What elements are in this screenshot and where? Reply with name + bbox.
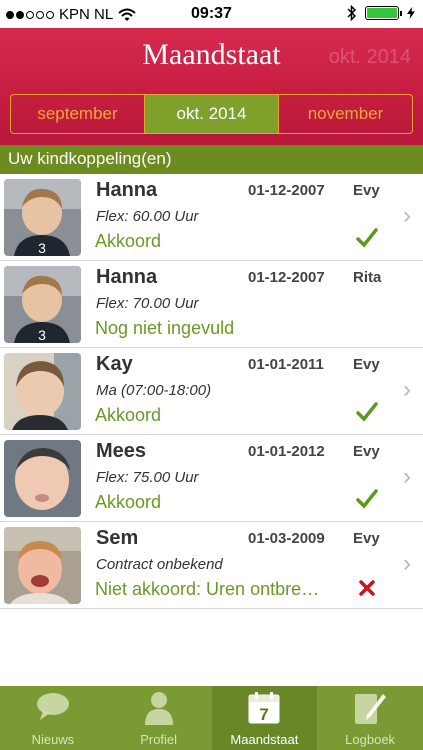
- check-icon: [356, 402, 378, 422]
- tab-log-label: Logboek: [345, 732, 396, 747]
- tab-news-label: Nieuws: [31, 732, 75, 747]
- birth-date: 01-01-2011: [248, 356, 324, 373]
- avatar: [4, 353, 81, 430]
- contract-detail: Flex: 70.00 Uur: [96, 295, 199, 312]
- month-selector: september okt. 2014 november: [10, 94, 413, 134]
- caregiver-name: Evy: [353, 356, 380, 373]
- avatar: 3: [4, 179, 81, 256]
- birth-date: 01-12-2007: [248, 182, 325, 199]
- list-item[interactable]: 3 Hanna 01-12-2007 Rita Flex: 70.00 Uur …: [0, 261, 423, 348]
- calendar-icon: 7: [248, 692, 280, 724]
- tab-profile-label: Profiel: [140, 732, 178, 747]
- notebook-pencil-icon: [355, 694, 387, 724]
- section-header: Uw kindkoppeling(en): [0, 145, 423, 174]
- approval-status: Akkoord: [95, 231, 162, 251]
- list-item[interactable]: Kay 01-01-2011 Evy Ma (07:00-18:00) Akko…: [0, 348, 423, 435]
- person-icon: [144, 692, 173, 725]
- child-name: Sem: [96, 527, 139, 549]
- chevron-right-icon[interactable]: ›: [403, 376, 411, 404]
- caregiver-name: Evy: [353, 443, 380, 460]
- speech-bubble-icon: [36, 693, 69, 720]
- svg-text:3: 3: [38, 240, 46, 256]
- list-item[interactable]: Mees 01-01-2012 Evy Flex: 75.00 Uur Akko…: [0, 435, 423, 522]
- birth-date: 01-12-2007: [248, 269, 325, 286]
- contract-detail: Flex: 60.00 Uur: [96, 208, 199, 225]
- chevron-right-icon[interactable]: ›: [403, 202, 411, 230]
- svg-text:3: 3: [38, 327, 46, 343]
- chevron-right-icon[interactable]: ›: [403, 463, 411, 491]
- tab-profile[interactable]: Profiel: [106, 686, 212, 750]
- list-item[interactable]: 3 Hanna 01-12-2007 Evy Flex: 60.00 Uur A…: [0, 174, 423, 261]
- cross-icon: [359, 580, 375, 596]
- current-month-button[interactable]: okt. 2014: [144, 95, 279, 133]
- child-name: Hanna: [96, 266, 158, 288]
- avatar: [4, 440, 81, 517]
- child-name: Hanna: [96, 179, 158, 201]
- caregiver-name: Evy: [353, 182, 380, 199]
- status-right: [347, 5, 415, 21]
- avatar: 3: [4, 266, 81, 343]
- approval-status: Niet akkoord: Uren ontbre…: [95, 579, 320, 599]
- tab-bar: Nieuws Profiel 7 Maandstaat Logboek: [0, 686, 423, 750]
- avatar: [4, 527, 81, 604]
- status-bar: KPN NL 09:37: [0, 0, 423, 28]
- child-name: Kay: [96, 353, 133, 375]
- prev-month-button[interactable]: september: [11, 95, 144, 133]
- child-list: 3 Hanna 01-12-2007 Evy Flex: 60.00 Uur A…: [0, 174, 423, 609]
- approval-status: Akkoord: [95, 405, 162, 425]
- caregiver-name: Rita: [353, 269, 382, 286]
- birth-date: 01-03-2009: [248, 530, 325, 547]
- contract-detail: Ma (07:00-18:00): [96, 382, 212, 399]
- tab-log[interactable]: Logboek: [317, 686, 423, 750]
- battery-icon: [365, 6, 402, 20]
- tab-news[interactable]: Nieuws: [0, 686, 106, 750]
- contract-detail: Contract onbekend: [96, 556, 223, 573]
- approval-status: Nog niet ingevuld: [95, 318, 235, 338]
- next-month-button[interactable]: november: [279, 95, 412, 133]
- calendar-day: 7: [260, 705, 269, 724]
- approval-status: Akkoord: [95, 492, 162, 512]
- header-ghost-month: okt. 2014: [328, 46, 411, 68]
- tab-month-label: Maandstaat: [230, 732, 299, 747]
- tab-month[interactable]: 7 Maandstaat: [211, 686, 318, 750]
- child-name: Mees: [96, 440, 147, 462]
- check-icon: [356, 489, 378, 509]
- contract-detail: Flex: 75.00 Uur: [96, 469, 199, 486]
- birth-date: 01-01-2012: [248, 443, 325, 460]
- chevron-right-icon[interactable]: ›: [403, 550, 411, 578]
- check-icon: [356, 228, 378, 248]
- bluetooth-icon: [347, 5, 357, 21]
- caregiver-name: Evy: [353, 530, 380, 547]
- charging-icon: [407, 7, 415, 19]
- list-item[interactable]: Sem 01-03-2009 Evy Contract onbekend Nie…: [0, 522, 423, 609]
- app-header: Maandstaat okt. 2014 september okt. 2014…: [0, 28, 423, 145]
